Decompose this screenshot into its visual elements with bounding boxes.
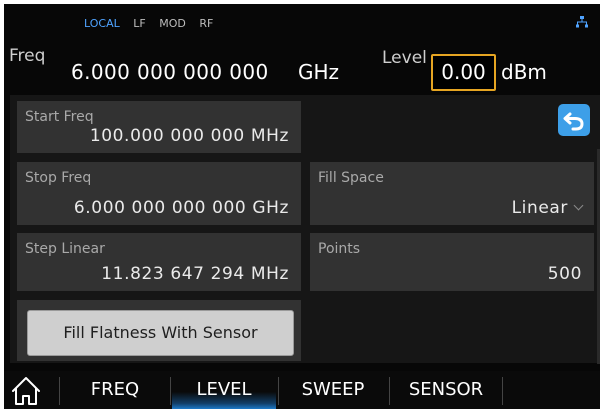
freq-value[interactable]: 6.000 000 000 000 <box>71 60 269 84</box>
status-bar: LOCAL LF MOD RF <box>84 17 223 30</box>
start-freq-value: 100.000 000 000 MHz <box>89 126 289 146</box>
back-button[interactable] <box>558 104 590 136</box>
tab-freq[interactable]: FREQ <box>62 371 168 409</box>
points-value: 500 <box>547 264 582 284</box>
fill-flatness-button[interactable]: Fill Flatness With Sensor <box>27 310 294 356</box>
tab-separator <box>59 377 60 405</box>
chevron-down-icon <box>573 200 584 211</box>
network-icon <box>576 16 588 28</box>
level-value-input[interactable]: 0.00 <box>431 54 496 91</box>
instrument-screen: LOCAL LF MOD RF Freq 6.000 000 000 000 G… <box>4 4 600 409</box>
fill-space-field[interactable]: Fill Space Linear <box>310 162 594 225</box>
status-rf: RF <box>199 17 214 30</box>
level-unit: dBm <box>501 60 547 84</box>
status-local: LOCAL <box>84 17 120 30</box>
level-label: Level <box>382 48 427 68</box>
back-arrow-icon <box>563 112 584 131</box>
stop-freq-value: 6.000 000 000 000 GHz <box>73 198 289 218</box>
points-label: Points <box>318 241 361 257</box>
step-linear-field[interactable]: Step Linear 11.823 647 294 MHz <box>17 233 301 291</box>
stop-freq-field[interactable]: Stop Freq 6.000 000 000 000 GHz <box>17 162 301 225</box>
tab-separator <box>278 377 279 405</box>
fill-space-label: Fill Space <box>318 170 384 186</box>
home-icon <box>12 377 40 405</box>
fill-space-dropdown[interactable]: Linear <box>511 198 584 218</box>
tab-separator <box>170 377 171 405</box>
freq-label: Freq <box>9 46 46 66</box>
freq-unit: GHz <box>298 60 340 84</box>
home-button[interactable] <box>4 371 54 409</box>
step-linear-value: 11.823 647 294 MHz <box>101 264 289 284</box>
stop-freq-label: Stop Freq <box>25 170 92 186</box>
status-lf: LF <box>133 17 146 30</box>
start-freq-field[interactable]: Start Freq 100.000 000 000 MHz <box>17 101 301 153</box>
tab-sensor[interactable]: SENSOR <box>391 371 501 409</box>
start-freq-label: Start Freq <box>25 109 94 125</box>
step-linear-label: Step Linear <box>25 241 105 257</box>
tab-separator <box>389 377 390 405</box>
fill-space-value: Linear <box>511 198 568 218</box>
tab-sweep[interactable]: SWEEP <box>280 371 386 409</box>
points-field[interactable]: Points 500 <box>310 233 594 291</box>
tab-separator <box>502 377 503 405</box>
tab-level[interactable]: LEVEL <box>172 371 276 409</box>
bottom-tab-bar: FREQ LEVEL SWEEP SENSOR <box>4 371 600 409</box>
status-mod: MOD <box>159 17 186 30</box>
scrollbar[interactable] <box>597 149 600 364</box>
